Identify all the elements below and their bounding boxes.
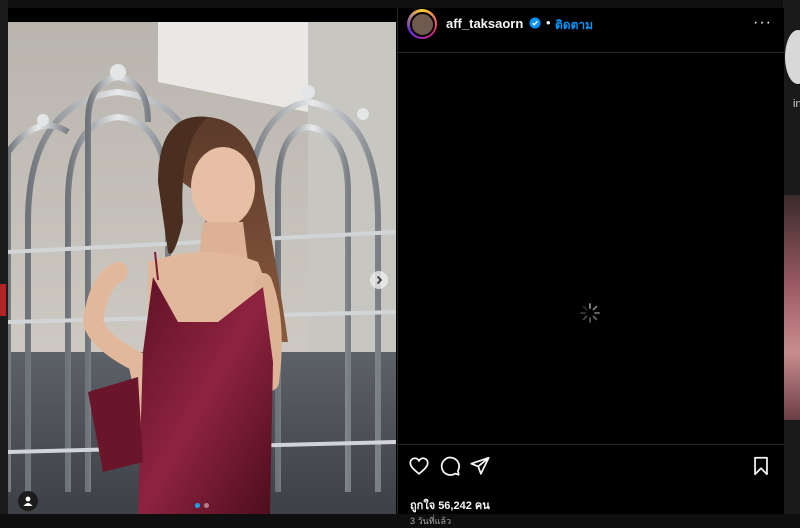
header-separator: • [546,15,551,30]
heart-icon[interactable] [408,455,430,477]
peek-avatar [785,30,800,84]
user-tag-icon [23,496,33,506]
comment-icon[interactable] [439,455,461,477]
more-options-icon[interactable]: ··· [753,14,772,32]
next-post-edge: in [783,0,800,514]
post-modal: aff_taksaorn • ติดตาม ··· ถูกใจ 56,242 ค… [8,8,784,526]
post-actions: ถูกใจ 56,242 คน 3 วันที่แล้ว [398,444,784,526]
author-avatar-image [409,11,435,37]
post-header: aff_taksaorn • ติดตาม ··· [398,8,784,53]
share-icon[interactable] [469,455,491,477]
carousel-dot-2 [204,503,209,508]
user-tag-button[interactable] [18,491,38,511]
post-media[interactable] [8,22,396,514]
author-username[interactable]: aff_taksaorn [446,16,523,31]
next-slide-button[interactable] [370,271,388,289]
likes-count[interactable]: ถูกใจ 56,242 คน [410,496,490,514]
loading-spinner-icon [580,303,600,323]
previous-post-edge [0,0,8,514]
post-side-panel: aff_taksaorn • ติดตาม ··· ถูกใจ 56,242 ค… [397,8,784,526]
next-arrow-icon [376,275,383,285]
peek-photo [783,195,800,420]
post-timestamp[interactable]: 3 วันที่แล้ว [410,514,451,528]
verified-badge-icon [529,17,541,29]
comments-area [398,53,784,443]
bookmark-icon[interactable] [750,455,772,477]
carousel-dot-1 [195,503,200,508]
peek-text: in [793,98,800,110]
post-photo [8,22,396,514]
carousel-indicator [195,503,209,508]
author-avatar[interactable] [407,9,437,39]
follow-button[interactable]: ติดตาม [555,16,593,35]
previous-post-peek [0,284,6,316]
